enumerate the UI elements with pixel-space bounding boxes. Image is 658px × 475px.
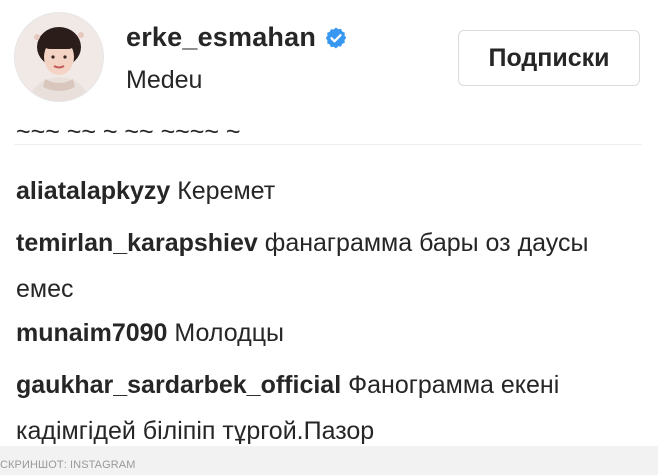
image-caption-bar: СКРИНШОТ: INSTAGRAM [0, 446, 658, 475]
comment-text: Керемет [177, 177, 276, 205]
username-row: erke_esmahan [126, 22, 348, 53]
comment-author-link[interactable]: aliatalapkyzy [16, 177, 170, 205]
image-credit-caption: СКРИНШОТ: INSTAGRAM [0, 459, 136, 471]
verified-badge-icon [324, 26, 348, 50]
comment-item: temirlan_karapshiev фанаграмма бары оз д… [16, 220, 636, 312]
username-link[interactable]: erke_esmahan [126, 22, 316, 53]
comment-author-link[interactable]: temirlan_karapshiev [16, 229, 258, 257]
post-header: erke_esmahan Medeu Подписки [0, 0, 658, 128]
comments-divider [14, 144, 642, 145]
comment-item: gaukhar_sardarbek_official Фанограмма ек… [16, 362, 636, 446]
comment-text: Молодцы [174, 319, 284, 347]
avatar-photo [15, 13, 103, 101]
comment-author-link[interactable]: munaim7090 [16, 319, 167, 347]
following-button[interactable]: Подписки [458, 30, 640, 86]
comment-item: aliatalapkyzy Керемет [16, 168, 636, 214]
profile-avatar[interactable] [14, 12, 104, 102]
location-link[interactable]: Medeu [126, 66, 202, 95]
comment-author-link[interactable]: gaukhar_sardarbek_official [16, 371, 341, 399]
comments-list[interactable]: ~~~ ~~ ~ ~~ ~~~~ ~ aliatalapkyzy Керемет… [0, 128, 658, 446]
comment-item: munaim7090 Молодцы [16, 310, 636, 356]
